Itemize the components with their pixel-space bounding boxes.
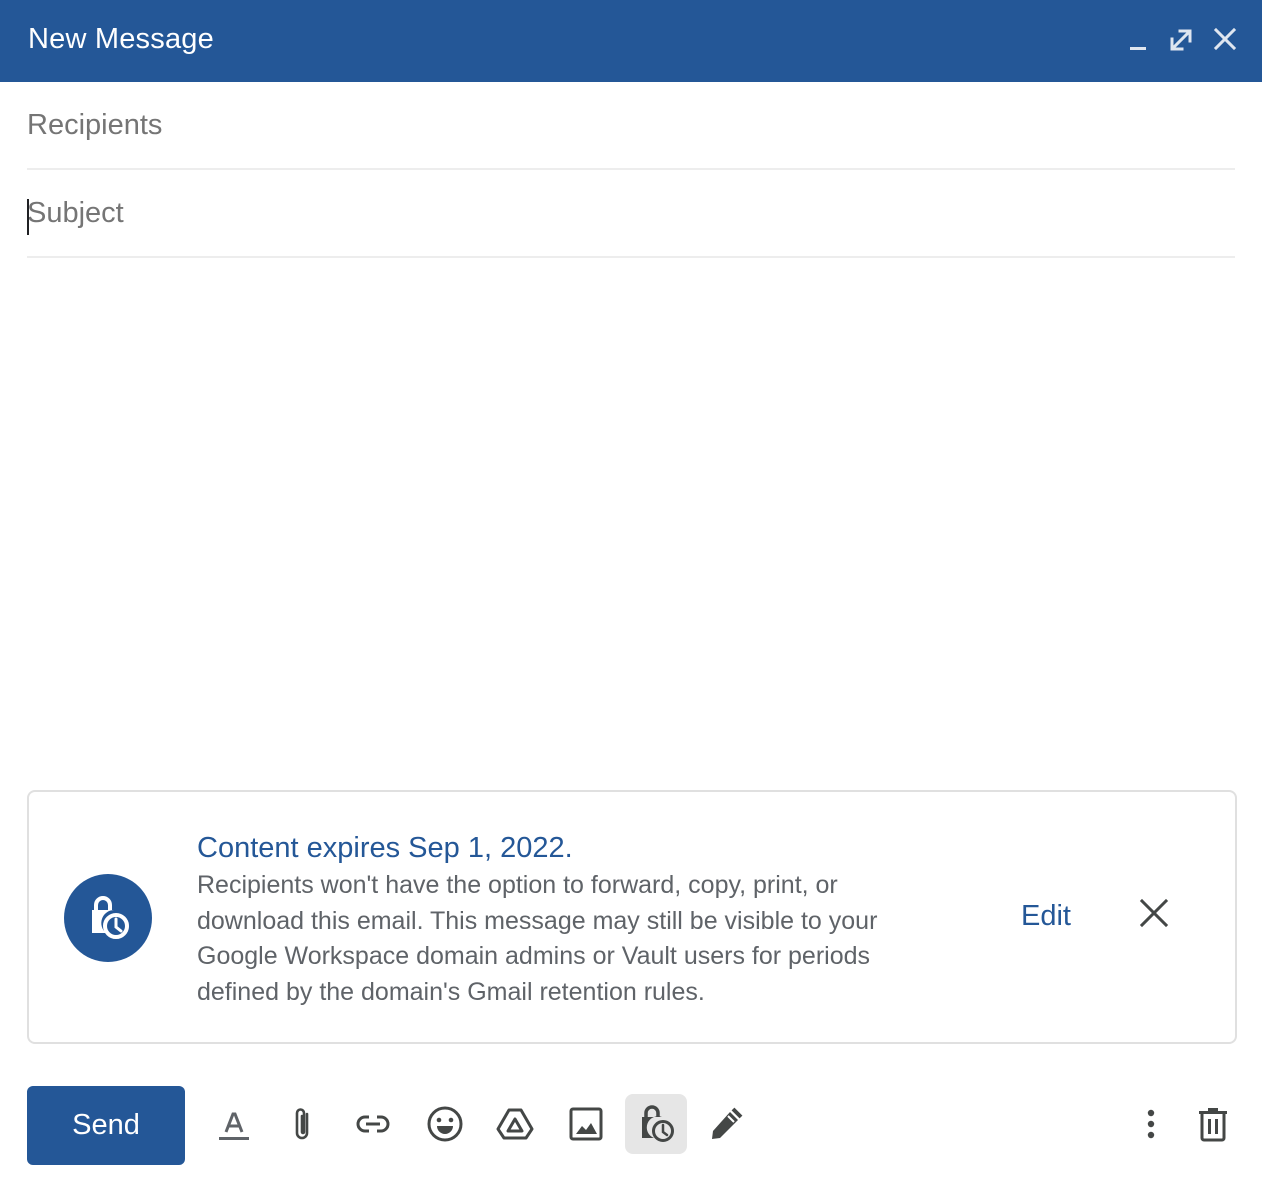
emoji-icon [427, 1106, 463, 1142]
link-icon [356, 1115, 390, 1133]
expand-button[interactable] [1166, 25, 1196, 55]
insert-link-button[interactable] [342, 1094, 404, 1154]
lock-clock-icon [642, 1105, 674, 1142]
confidential-badge [64, 874, 152, 962]
insert-photo-button[interactable] [555, 1094, 617, 1154]
lock-clock-icon [92, 896, 129, 939]
close-button[interactable] [1210, 25, 1240, 55]
edit-confidential-link[interactable]: Edit [1021, 898, 1071, 934]
discard-draft-button[interactable] [1182, 1094, 1244, 1154]
close-icon [1139, 898, 1169, 928]
text-format-icon [219, 1112, 249, 1140]
notice-description: Recipients won't have the option to forw… [197, 871, 878, 1006]
send-button[interactable]: Send [27, 1086, 185, 1165]
image-icon [569, 1107, 603, 1141]
recipients-input[interactable] [27, 82, 1235, 168]
dismiss-confidential-button[interactable] [1137, 896, 1171, 930]
expand-icon [1170, 29, 1192, 51]
notice-title: Content expires Sep 1, 2022. [197, 832, 573, 864]
close-icon [1213, 27, 1237, 51]
attach-files-button[interactable] [272, 1094, 334, 1154]
insert-from-drive-button[interactable] [484, 1094, 546, 1154]
formatting-options-button[interactable] [203, 1094, 265, 1154]
trash-icon [1199, 1108, 1227, 1142]
message-body[interactable] [27, 260, 1235, 780]
recipients-row [27, 82, 1235, 170]
drive-icon [496, 1108, 534, 1140]
minimize-icon [1130, 47, 1146, 50]
confidential-mode-button[interactable] [625, 1094, 687, 1154]
text-cursor [27, 199, 29, 235]
pen-icon [712, 1107, 743, 1139]
compose-title-bar[interactable]: New Message [0, 0, 1262, 82]
minimize-button[interactable] [1123, 25, 1153, 55]
confidential-mode-notice: Content expires Sep 1, 2022. Recipients … [27, 790, 1237, 1044]
insert-signature-button[interactable] [695, 1094, 757, 1154]
paperclip-icon [295, 1108, 309, 1140]
insert-emoji-button[interactable] [414, 1094, 476, 1154]
window-title: New Message [28, 23, 214, 55]
more-vert-icon [1147, 1109, 1155, 1139]
subject-input[interactable] [27, 170, 1235, 256]
subject-row [27, 170, 1235, 258]
more-options-button[interactable] [1120, 1094, 1182, 1154]
